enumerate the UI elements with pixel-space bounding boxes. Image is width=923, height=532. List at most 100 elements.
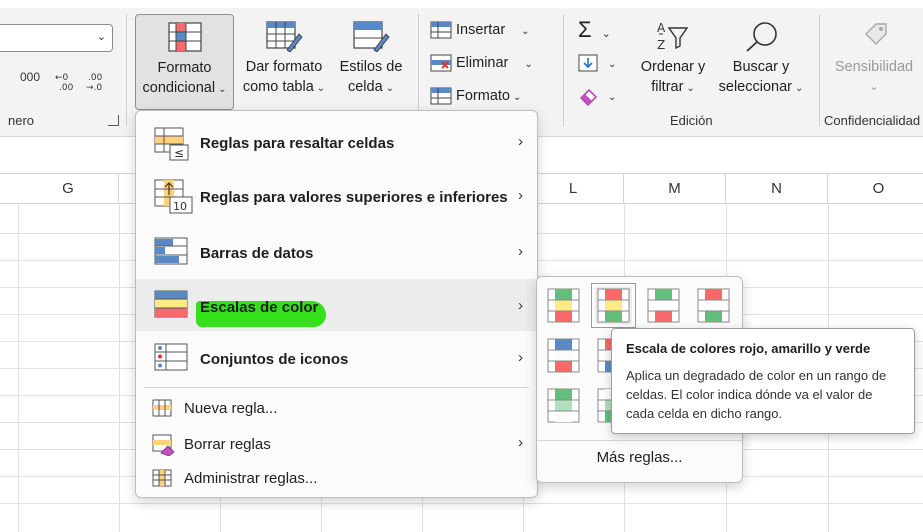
- sensitivity-button[interactable]: Sensibilidad ⌄: [828, 14, 920, 110]
- sort-filter-label-1: Ordenar y: [640, 59, 706, 75]
- chevron-down-icon: ⌄: [794, 83, 804, 94]
- editing-group-label: Edición: [670, 113, 713, 128]
- insert-button[interactable]: Insertar ⌄: [430, 17, 530, 43]
- menu-item-label: Borrar reglas: [184, 436, 271, 453]
- conditional-format-label-text: condicional: [142, 80, 216, 96]
- chevron-right-icon: ›: [518, 243, 523, 260]
- svg-text:←0: ←0: [55, 73, 69, 83]
- column-header-o[interactable]: O: [828, 174, 923, 204]
- magnifier-icon: [746, 22, 777, 52]
- group-divider: [126, 14, 127, 126]
- menu-item-icon-sets[interactable]: Conjuntos de iconos ›: [136, 331, 537, 385]
- chevron-down-icon: ⌄: [601, 28, 611, 40]
- chevron-down-icon: ⌄: [513, 92, 522, 103]
- more-rules-link[interactable]: Más reglas...: [537, 449, 742, 466]
- svg-text:A: A: [657, 21, 666, 35]
- chevron-right-icon: ›: [518, 133, 523, 150]
- new-rule-icon: [152, 399, 172, 417]
- number-format-dropdown[interactable]: ⌄: [0, 24, 113, 52]
- data-bars-icon: [154, 237, 188, 265]
- format-cells-icon: [430, 87, 452, 105]
- clear-button[interactable]: ⌄: [578, 83, 616, 109]
- cell-styles-icon: [353, 21, 390, 52]
- svg-text:10: 10: [173, 200, 187, 213]
- chevron-down-icon: ⌄: [608, 92, 617, 103]
- eraser-icon: [580, 89, 597, 107]
- chevron-down-icon: ⌄: [218, 84, 227, 95]
- column-header-m[interactable]: M: [624, 174, 726, 204]
- cell-styles-button[interactable]: Estilos de celda ⌄: [334, 14, 408, 110]
- menu-item-label: Barras de datos: [200, 245, 314, 262]
- chevron-down-icon: ⌄: [385, 83, 395, 94]
- chevron-down-icon: ⌄: [869, 81, 879, 93]
- cell-styles-label-text: celda: [347, 79, 383, 95]
- menu-item-highlight-cells-rules[interactable]: ≤ Reglas para resaltar celdas ›: [136, 117, 537, 171]
- scale-blue-white-red[interactable]: [545, 337, 582, 374]
- menu-item-clear-rules[interactable]: Borrar reglas ›: [136, 427, 537, 461]
- chevron-right-icon: ›: [518, 297, 523, 314]
- scale-green-white-red[interactable]: [645, 287, 682, 324]
- tooltip-title: Escala de colores rojo, amarillo y verde: [626, 341, 871, 356]
- find-select-label-text: seleccionar: [718, 79, 792, 95]
- sensitivity-label: Sensibilidad: [834, 59, 914, 75]
- conditional-format-label-2: condicional ⌄: [136, 78, 233, 100]
- tooltip: Escala de colores rojo, amarillo y verde…: [611, 328, 915, 434]
- color-scales-icon: [154, 290, 188, 318]
- chevron-right-icon: ›: [518, 434, 523, 451]
- menu-item-top-bottom-rules[interactable]: 10 Reglas para valores superiores e infe…: [136, 171, 537, 225]
- clear-rules-icon: [152, 434, 175, 456]
- format-as-table-button[interactable]: Dar formato como tabla ⌄: [238, 14, 330, 110]
- delete-cells-icon: [430, 54, 452, 72]
- scale-red-white-green[interactable]: [695, 287, 732, 324]
- cell-styles-label-2: celda ⌄: [334, 77, 408, 99]
- sensitivity-tag-icon: [865, 23, 887, 45]
- chevron-down-icon: ⌄: [96, 31, 106, 43]
- conditional-format-icon: [167, 22, 202, 52]
- chevron-down-icon: ⌄: [608, 59, 617, 70]
- number-group-label: nero: [8, 113, 35, 128]
- menu-item-label: Reglas para resaltar celdas: [200, 135, 395, 152]
- delete-button[interactable]: Eliminar ⌄: [430, 50, 533, 76]
- column-header-g[interactable]: G: [18, 174, 119, 204]
- dialog-launcher-icon[interactable]: [108, 115, 119, 126]
- chevron-down-icon: ⌄: [316, 83, 326, 94]
- format-button[interactable]: Formato ⌄: [430, 83, 521, 109]
- format-label: Formato: [456, 88, 510, 104]
- find-select-button[interactable]: Buscar y seleccionar ⌄: [714, 14, 808, 110]
- scale-red-yellow-green[interactable]: [591, 283, 636, 328]
- autosum-button[interactable]: Σ ⌄: [578, 17, 611, 43]
- top-bottom-rules-icon: 10: [154, 179, 193, 214]
- manage-rules-icon: [152, 469, 172, 487]
- confidentiality-group-label: Confidencialidad: [824, 113, 921, 128]
- icon-sets-icon: [154, 343, 188, 371]
- conditional-format-button[interactable]: Formato condicional ⌄: [135, 14, 234, 110]
- conditional-format-label-1: Formato: [157, 60, 212, 76]
- svg-text:≤: ≤: [174, 146, 184, 160]
- find-select-label-1: Buscar y: [732, 59, 790, 75]
- sort-filter-label-2: filtrar ⌄: [636, 77, 710, 99]
- sort-filter-button[interactable]: A Z Ordenar y filtrar ⌄: [636, 14, 710, 110]
- format-as-table-label-2: como tabla ⌄: [238, 77, 330, 99]
- menu-item-manage-rules[interactable]: Administrar reglas...: [136, 463, 537, 495]
- highlight-cells-rules-icon: ≤: [154, 127, 189, 161]
- delete-label: Eliminar: [456, 55, 509, 71]
- increase-decimals-button[interactable]: ←0.00: [55, 70, 75, 95]
- column-header-l[interactable]: L: [523, 174, 624, 204]
- menu-item-label: Reglas para valores superiores e inferio…: [200, 189, 508, 206]
- fill-button[interactable]: ⌄: [578, 50, 616, 76]
- menu-item-new-rule[interactable]: Nueva regla...: [136, 393, 537, 425]
- thousands-separator-button[interactable]: 000: [20, 70, 40, 84]
- decrease-decimals-button[interactable]: .00 →.0: [86, 70, 108, 95]
- group-divider: [819, 14, 820, 126]
- menu-item-data-bars[interactable]: Barras de datos ›: [136, 225, 537, 279]
- format-as-table-label-1: Dar formato: [245, 59, 323, 75]
- conditional-format-menu: ≤ Reglas para resaltar celdas › 10 Regla…: [135, 110, 538, 498]
- scale-green-white[interactable]: [545, 387, 582, 424]
- column-header-n[interactable]: N: [726, 174, 828, 204]
- find-select-label-2: seleccionar ⌄: [714, 77, 808, 99]
- scale-green-yellow-red[interactable]: [545, 287, 582, 324]
- menu-item-color-scales[interactable]: Escalas de color ›: [136, 279, 537, 331]
- insert-cells-icon: [430, 21, 452, 39]
- menu-separator: [144, 387, 529, 388]
- decrease-decimals-icon: .00→.0: [86, 73, 103, 93]
